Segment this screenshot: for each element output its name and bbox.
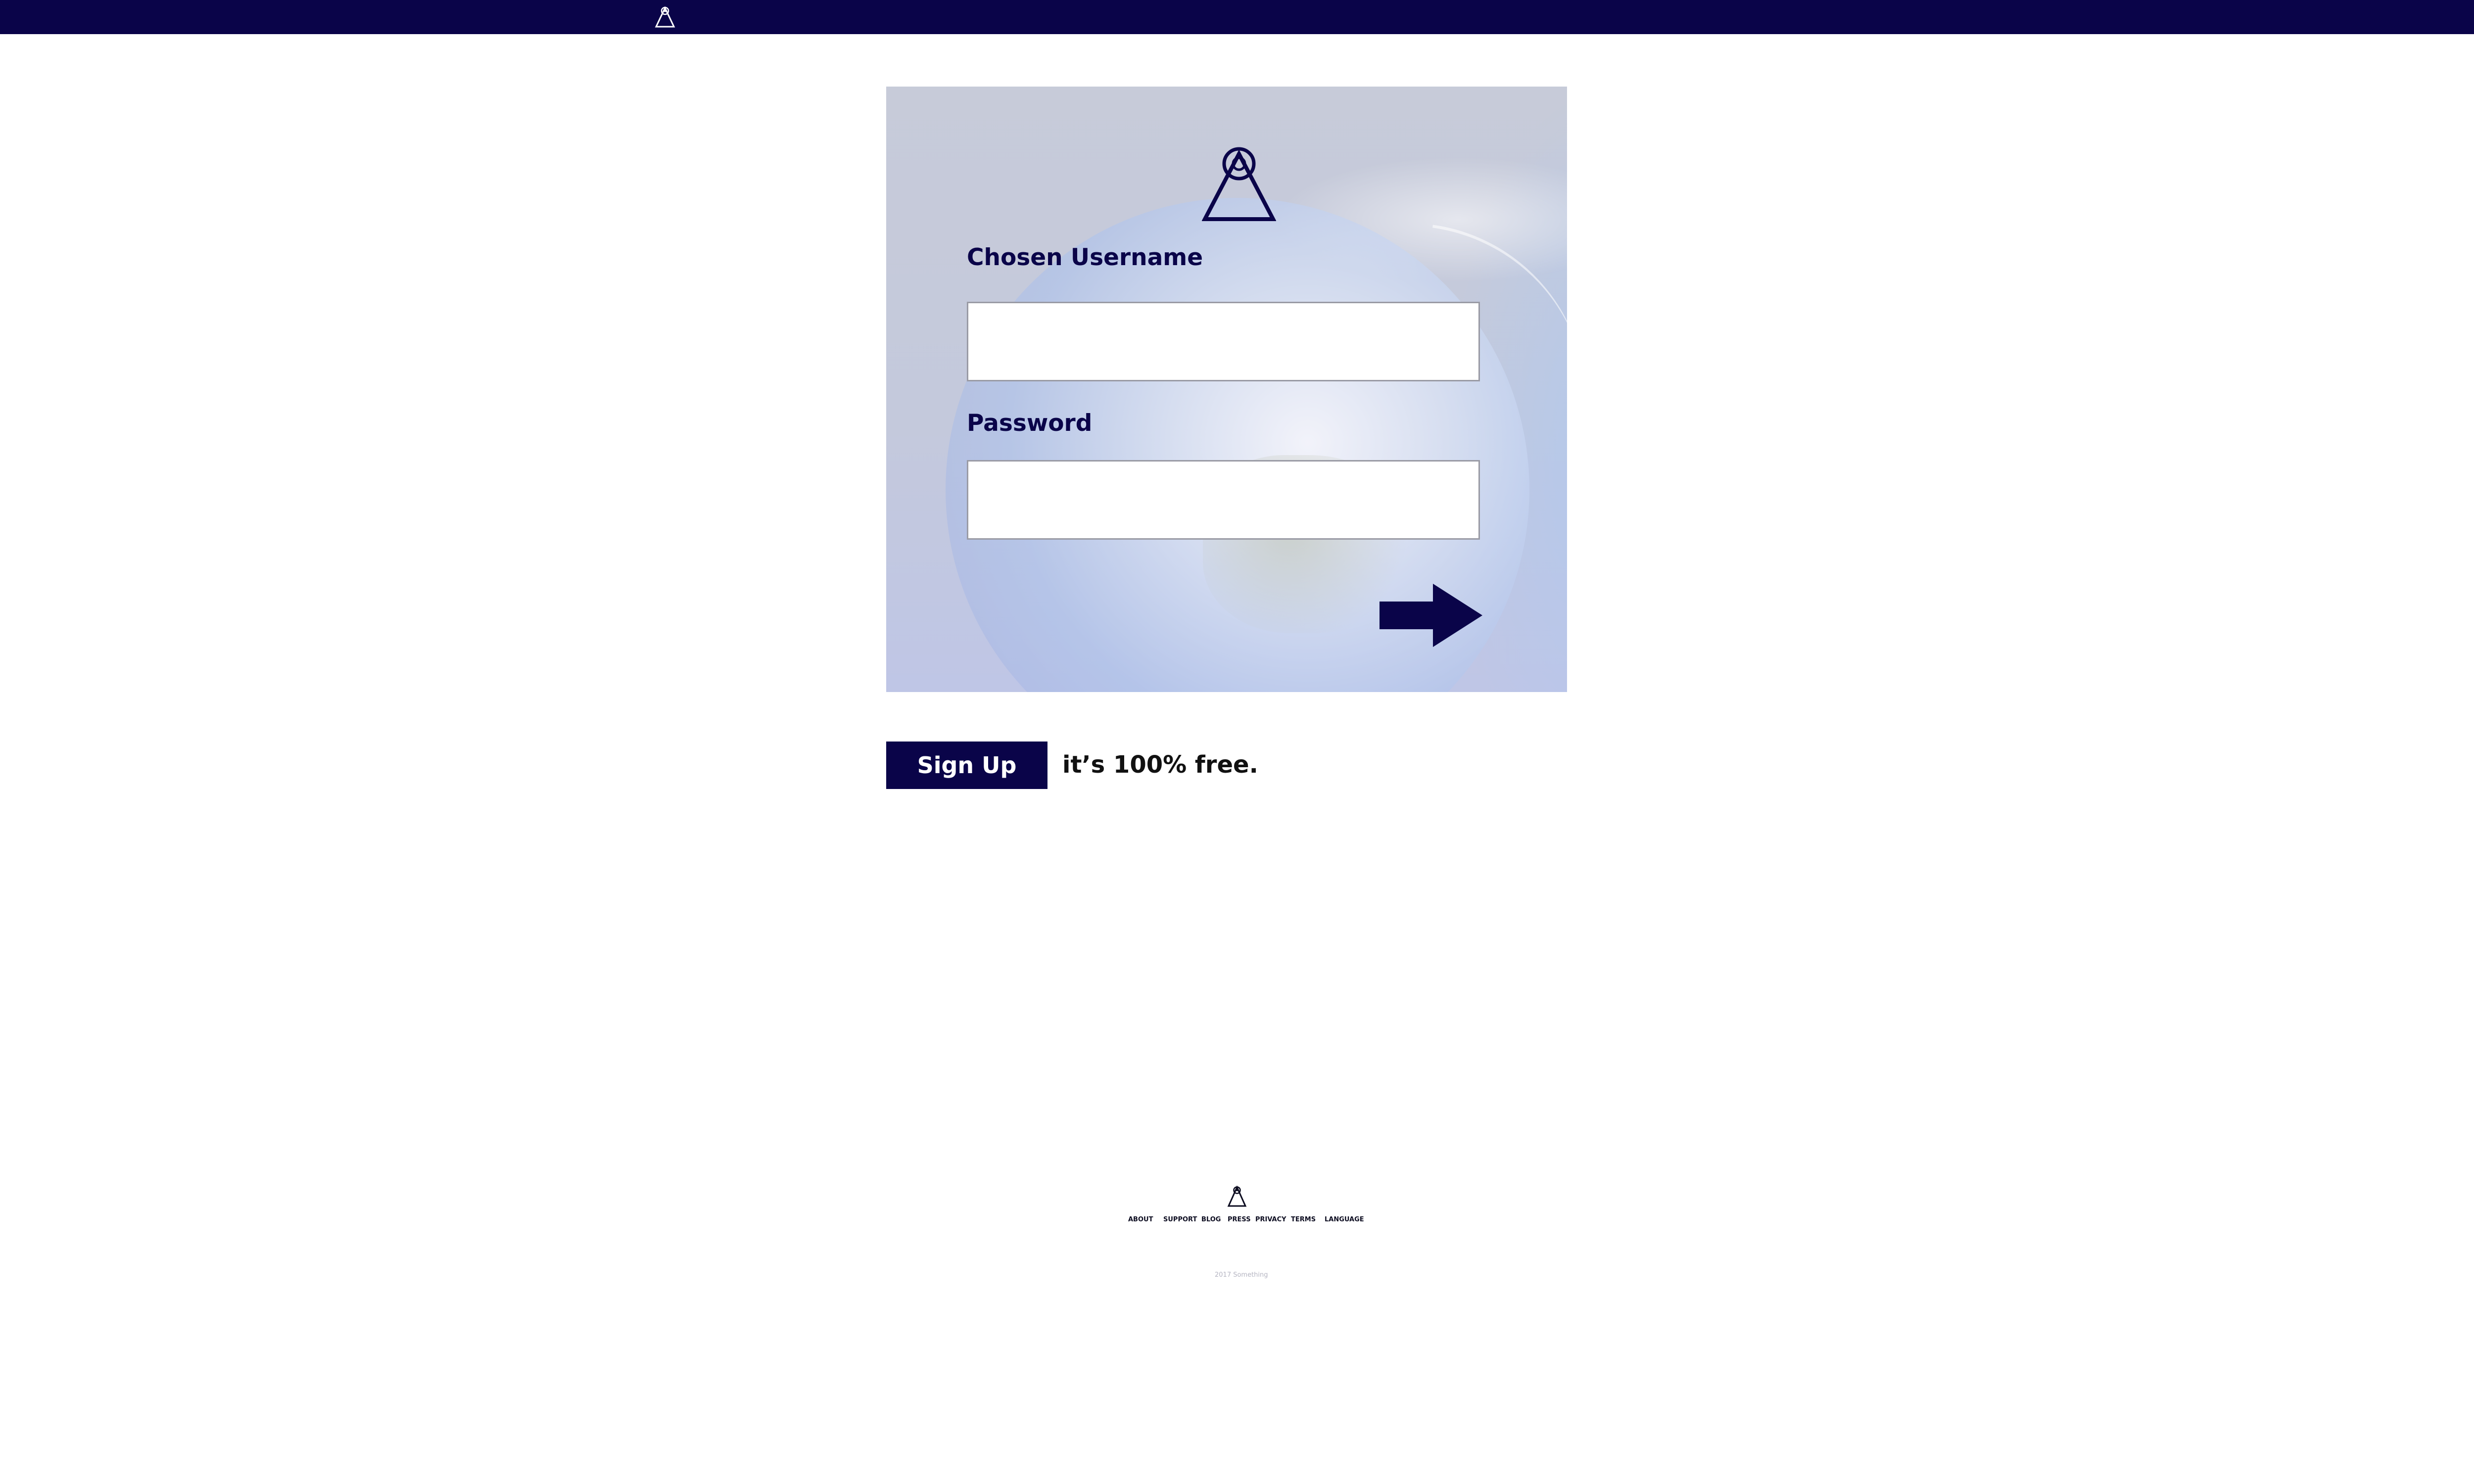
username-label: Chosen Username [967,244,1203,271]
username-input[interactable] [967,302,1480,381]
footer-link-press[interactable]: PRESS [1228,1216,1251,1223]
footer-link-blog[interactable]: BLOG [1201,1216,1221,1223]
pyramid-eye-icon[interactable] [1227,1185,1247,1207]
free-note: it’s 100% free. [1062,751,1258,779]
password-label: Password [967,410,1093,437]
footer-link-language[interactable]: LANGUAGE [1325,1216,1364,1223]
pyramid-eye-icon [1202,147,1276,221]
copyright-text: 2017 Something [1215,1271,1268,1279]
pyramid-eye-icon[interactable] [654,5,676,29]
login-card: Chosen Username Password [886,87,1567,692]
footer-link-support[interactable]: SUPPORT [1163,1216,1197,1223]
submit-arrow-button[interactable] [1380,584,1482,647]
footer-link-terms[interactable]: TERMS [1291,1216,1316,1223]
right-arrow-icon [1380,584,1482,647]
top-navigation-bar [0,0,2474,34]
password-input[interactable] [967,460,1480,540]
footer-link-about[interactable]: ABOUT [1128,1216,1153,1223]
footer-link-privacy[interactable]: PRIVACY [1255,1216,1286,1223]
sign-up-button[interactable]: Sign Up [886,742,1047,789]
